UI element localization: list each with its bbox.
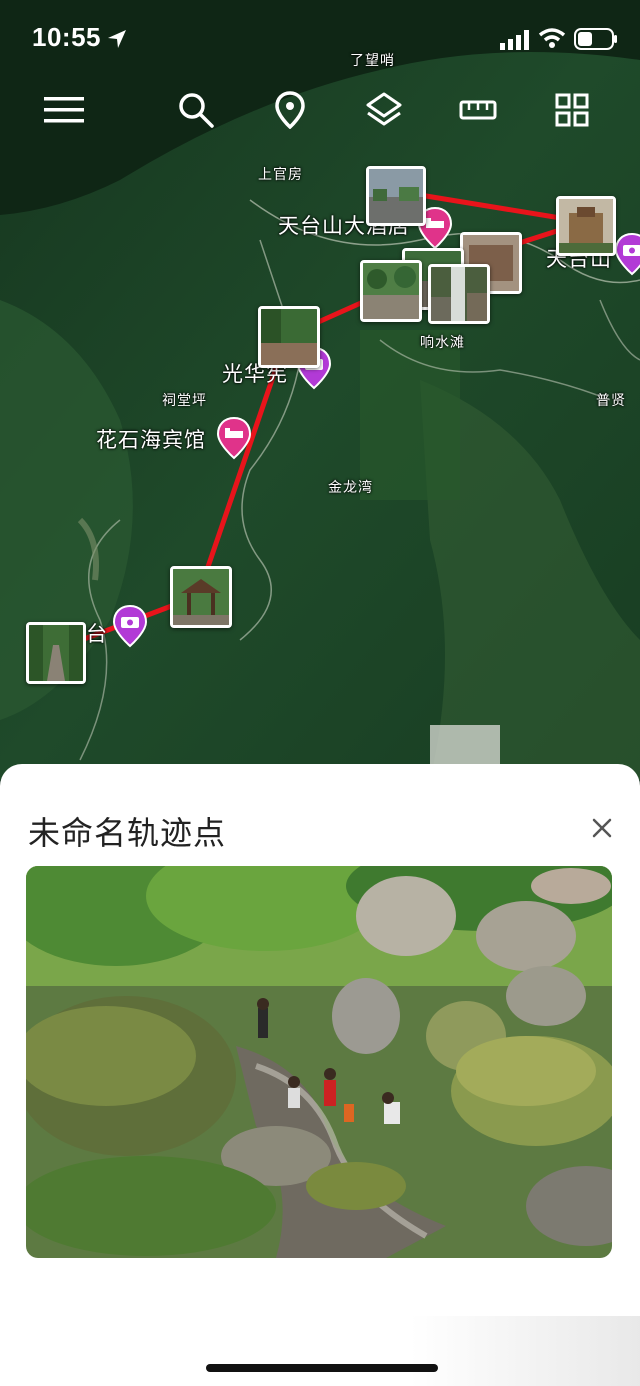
- hotel-icon: [216, 416, 252, 460]
- cellular-signal-icon: [500, 30, 529, 50]
- photo-thumbnail[interactable]: [360, 260, 422, 322]
- ruler-button[interactable]: [454, 86, 502, 134]
- watermark-fade: [410, 1316, 640, 1386]
- place-label-xiangshuitan: 响水滩: [420, 334, 465, 350]
- layers-icon: [366, 92, 402, 126]
- photo-thumbnail[interactable]: [170, 566, 232, 628]
- photo-thumbnail[interactable]: [556, 196, 616, 256]
- menu-button[interactable]: [40, 86, 88, 134]
- place-label-shangguanfang: 上官房: [258, 166, 303, 182]
- layers-button[interactable]: [360, 86, 408, 134]
- ruler-icon: [459, 100, 497, 120]
- photo-thumbnail[interactable]: [26, 622, 86, 684]
- place-label-jinlongwan: 金龙湾: [328, 479, 373, 495]
- search-icon: [179, 93, 214, 128]
- location-button[interactable]: [266, 86, 314, 134]
- camera-icon: [112, 604, 148, 648]
- hotel-pin[interactable]: [216, 416, 252, 460]
- location-pin-icon: [275, 91, 305, 129]
- photo-thumbnail[interactable]: [428, 264, 490, 324]
- place-label-tai: 台: [86, 623, 108, 646]
- status-bar: 10:55: [0, 0, 640, 80]
- place-label-citangping: 祠堂坪: [162, 392, 207, 408]
- photo-thumbnail[interactable]: [258, 306, 320, 368]
- place-label-puxian: 普贤: [596, 392, 626, 408]
- menu-icon: [44, 97, 84, 123]
- wifi-icon: [538, 28, 566, 48]
- waypoint-detail-sheet: 未命名轨迹点: [0, 764, 640, 1386]
- place-label-huashihai-hotel: 花石海宾馆: [96, 429, 206, 452]
- battery-icon: [574, 28, 617, 50]
- waypoint-photo[interactable]: [26, 866, 612, 1258]
- camera-pin[interactable]: [614, 232, 640, 276]
- satellite-map[interactable]: 了望哨 上官房 天台山大酒店 天台山 响水滩 光华宪 祠堂坪 花石海宾馆 金龙湾…: [0, 0, 640, 780]
- photo-thumbnail[interactable]: [366, 166, 426, 226]
- status-time: 10:55: [32, 22, 101, 52]
- close-button[interactable]: [586, 812, 618, 844]
- stream-rocks-photo: [26, 866, 612, 1258]
- waypoint-title: 未命名轨迹点: [28, 815, 227, 851]
- search-button[interactable]: [172, 86, 220, 134]
- grid-button[interactable]: [548, 86, 596, 134]
- home-indicator: [206, 1364, 438, 1372]
- camera-icon: [614, 232, 640, 276]
- location-arrow-icon: [108, 30, 126, 48]
- close-icon: [592, 818, 612, 838]
- camera-pin[interactable]: [112, 604, 148, 648]
- grid-icon: [555, 93, 589, 127]
